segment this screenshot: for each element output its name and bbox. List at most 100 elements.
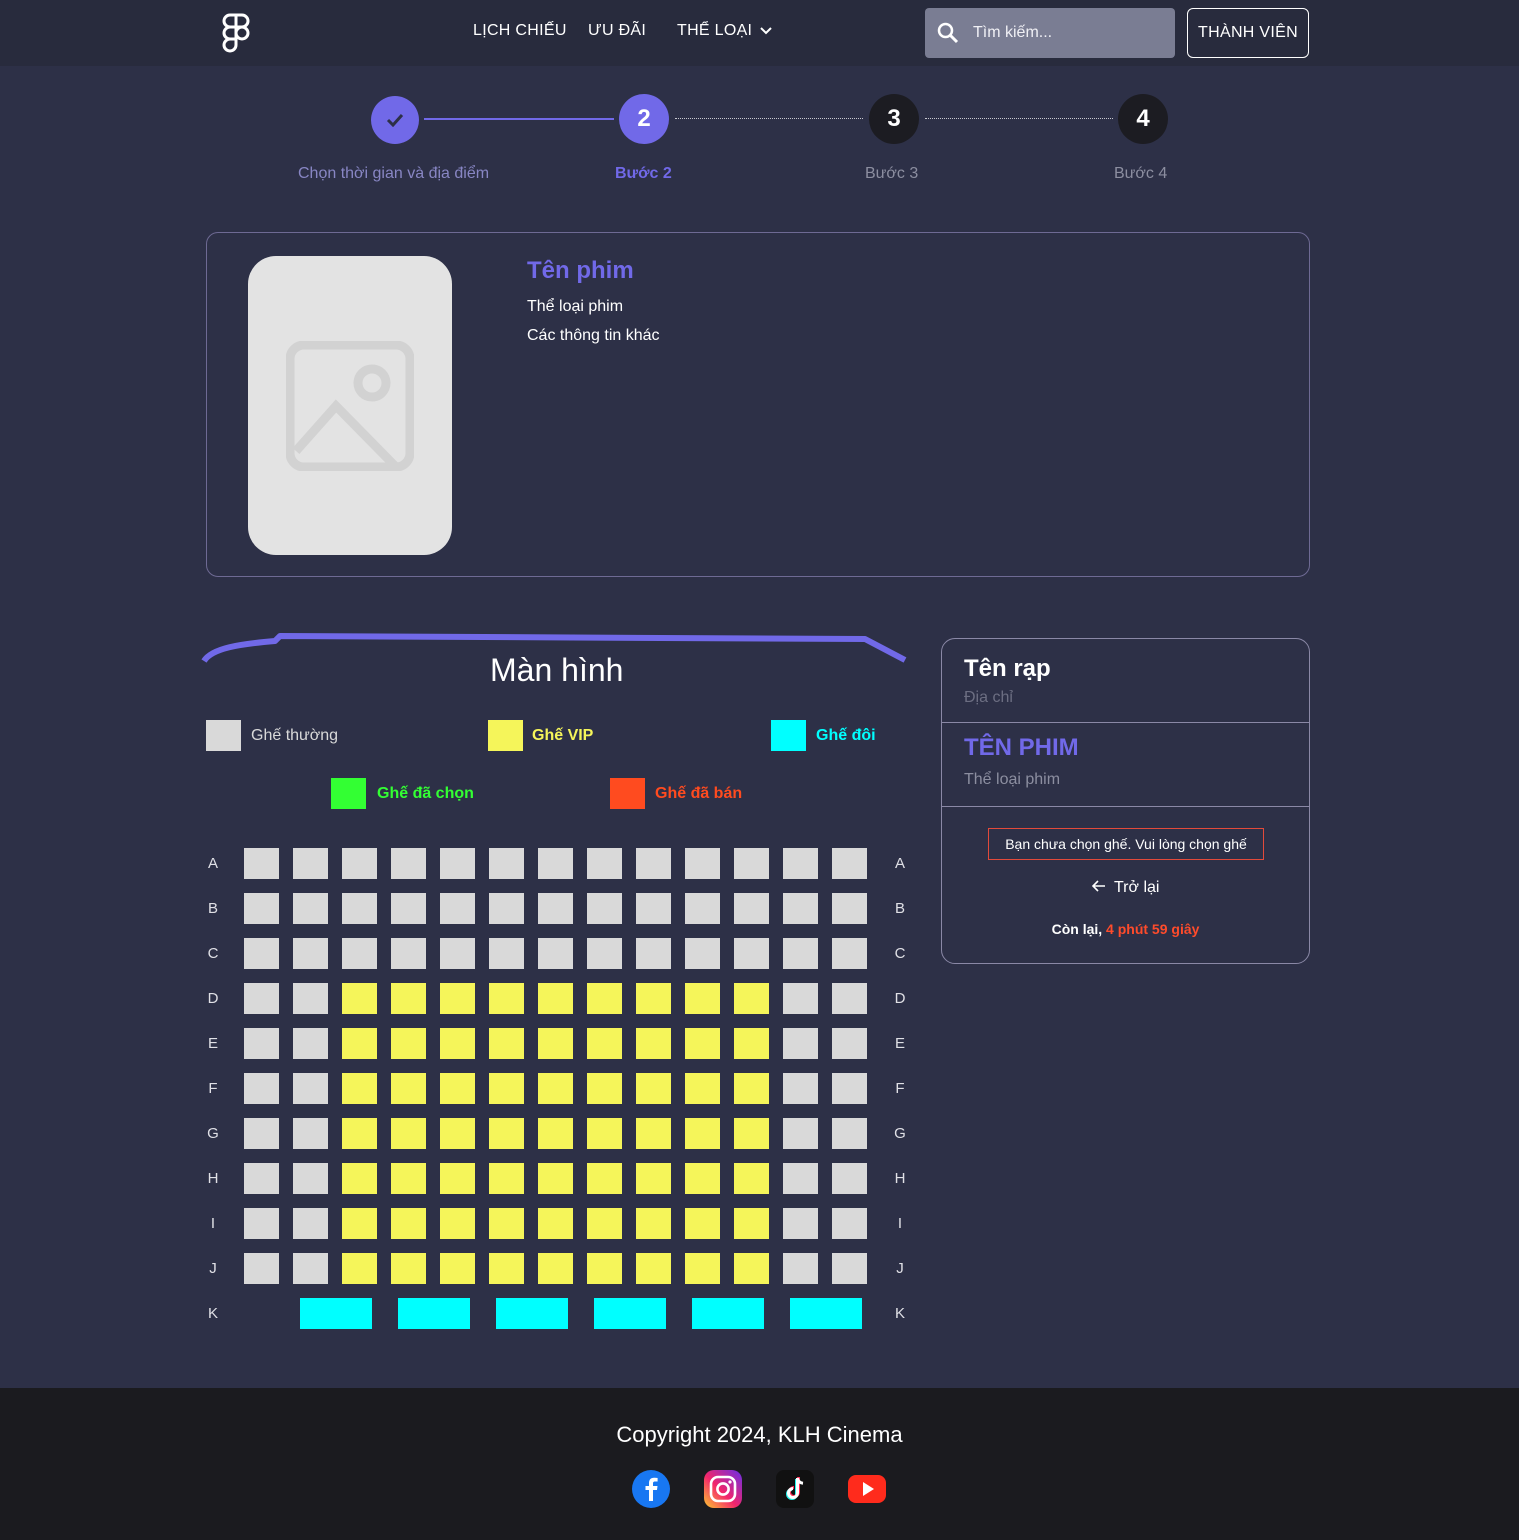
seat-B9[interactable] [636, 893, 671, 924]
seat-E7[interactable] [538, 1028, 573, 1059]
seat-J3[interactable] [342, 1253, 377, 1284]
seat-A6[interactable] [489, 848, 524, 879]
seat-D9[interactable] [636, 983, 671, 1014]
seat-C13[interactable] [832, 938, 867, 969]
seat-H12[interactable] [783, 1163, 818, 1194]
seat-E2[interactable] [293, 1028, 328, 1059]
seat-B3[interactable] [342, 893, 377, 924]
seat-F4[interactable] [391, 1073, 426, 1104]
seat-G5[interactable] [440, 1118, 475, 1149]
seat-couple-K5[interactable] [692, 1298, 764, 1329]
seat-B8[interactable] [587, 893, 622, 924]
seat-F11[interactable] [734, 1073, 769, 1104]
seat-C3[interactable] [342, 938, 377, 969]
nav-uu-dai[interactable]: ƯU ĐÃI [588, 22, 646, 40]
seat-E6[interactable] [489, 1028, 524, 1059]
seat-H4[interactable] [391, 1163, 426, 1194]
seat-D12[interactable] [783, 983, 818, 1014]
search-input[interactable] [973, 20, 1163, 46]
nav-lich-chieu[interactable]: LỊCH CHIẾU [473, 22, 567, 40]
seat-couple-K4[interactable] [594, 1298, 666, 1329]
seat-G1[interactable] [244, 1118, 279, 1149]
seat-couple-K6[interactable] [790, 1298, 862, 1329]
seat-J1[interactable] [244, 1253, 279, 1284]
seat-H7[interactable] [538, 1163, 573, 1194]
seat-B5[interactable] [440, 893, 475, 924]
seat-I8[interactable] [587, 1208, 622, 1239]
seat-E5[interactable] [440, 1028, 475, 1059]
seat-J13[interactable] [832, 1253, 867, 1284]
seat-D6[interactable] [489, 983, 524, 1014]
back-button[interactable]: Trở lại [1091, 879, 1159, 897]
seat-F3[interactable] [342, 1073, 377, 1104]
seat-D2[interactable] [293, 983, 328, 1014]
seat-E11[interactable] [734, 1028, 769, 1059]
seat-F6[interactable] [489, 1073, 524, 1104]
seat-E8[interactable] [587, 1028, 622, 1059]
seat-G13[interactable] [832, 1118, 867, 1149]
seat-I13[interactable] [832, 1208, 867, 1239]
seat-D10[interactable] [685, 983, 720, 1014]
seat-J6[interactable] [489, 1253, 524, 1284]
seat-E13[interactable] [832, 1028, 867, 1059]
seat-D13[interactable] [832, 983, 867, 1014]
step-3-circle[interactable]: 3 [869, 94, 919, 144]
seat-J12[interactable] [783, 1253, 818, 1284]
seat-F13[interactable] [832, 1073, 867, 1104]
seat-A12[interactable] [783, 848, 818, 879]
seat-F1[interactable] [244, 1073, 279, 1104]
youtube-icon[interactable] [848, 1470, 886, 1508]
seat-A10[interactable] [685, 848, 720, 879]
seat-I3[interactable] [342, 1208, 377, 1239]
seat-H1[interactable] [244, 1163, 279, 1194]
seat-A9[interactable] [636, 848, 671, 879]
instagram-icon[interactable] [704, 1470, 742, 1508]
seat-B1[interactable] [244, 893, 279, 924]
seat-C1[interactable] [244, 938, 279, 969]
seat-A2[interactable] [293, 848, 328, 879]
seat-D7[interactable] [538, 983, 573, 1014]
seat-F7[interactable] [538, 1073, 573, 1104]
seat-I1[interactable] [244, 1208, 279, 1239]
search-box[interactable] [925, 8, 1175, 58]
seat-E1[interactable] [244, 1028, 279, 1059]
step-2-circle[interactable]: 2 [619, 94, 669, 144]
seat-C2[interactable] [293, 938, 328, 969]
seat-A8[interactable] [587, 848, 622, 879]
seat-D1[interactable] [244, 983, 279, 1014]
seat-B13[interactable] [832, 893, 867, 924]
seat-E3[interactable] [342, 1028, 377, 1059]
seat-A7[interactable] [538, 848, 573, 879]
seat-J2[interactable] [293, 1253, 328, 1284]
step-4-circle[interactable]: 4 [1118, 94, 1168, 144]
seat-A11[interactable] [734, 848, 769, 879]
seat-J5[interactable] [440, 1253, 475, 1284]
seat-C9[interactable] [636, 938, 671, 969]
nav-the-loai[interactable]: THỂ LOẠI [677, 22, 773, 40]
seat-J11[interactable] [734, 1253, 769, 1284]
seat-G4[interactable] [391, 1118, 426, 1149]
seat-B12[interactable] [783, 893, 818, 924]
seat-B2[interactable] [293, 893, 328, 924]
seat-H11[interactable] [734, 1163, 769, 1194]
seat-F10[interactable] [685, 1073, 720, 1104]
seat-H6[interactable] [489, 1163, 524, 1194]
seat-couple-K3[interactable] [496, 1298, 568, 1329]
seat-E4[interactable] [391, 1028, 426, 1059]
seat-G12[interactable] [783, 1118, 818, 1149]
seat-I4[interactable] [391, 1208, 426, 1239]
seat-E12[interactable] [783, 1028, 818, 1059]
seat-H13[interactable] [832, 1163, 867, 1194]
seat-I11[interactable] [734, 1208, 769, 1239]
seat-B6[interactable] [489, 893, 524, 924]
seat-C10[interactable] [685, 938, 720, 969]
seat-G2[interactable] [293, 1118, 328, 1149]
seat-C8[interactable] [587, 938, 622, 969]
seat-D8[interactable] [587, 983, 622, 1014]
seat-H2[interactable] [293, 1163, 328, 1194]
seat-A4[interactable] [391, 848, 426, 879]
seat-I9[interactable] [636, 1208, 671, 1239]
seat-F12[interactable] [783, 1073, 818, 1104]
seat-C7[interactable] [538, 938, 573, 969]
tiktok-icon[interactable] [776, 1470, 814, 1508]
